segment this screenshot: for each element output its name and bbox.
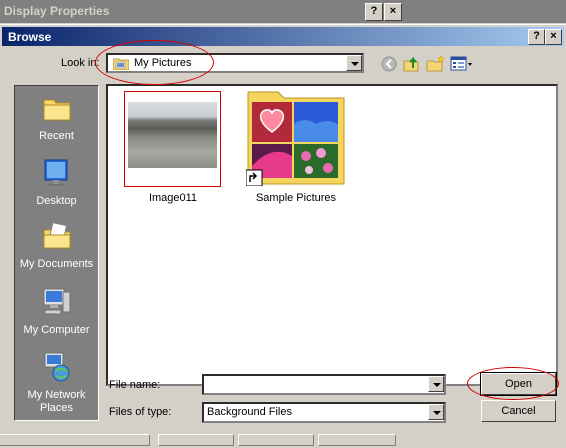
- display-properties-title: Display Properties: [4, 4, 110, 18]
- my-documents-icon: [43, 222, 70, 249]
- display-properties-titlebar: Display Properties ? ×: [0, 0, 566, 23]
- place-label: My Network Places: [27, 389, 86, 414]
- look-in-dropdown[interactable]: My Pictures: [106, 53, 364, 73]
- hidden-button: [318, 434, 396, 446]
- file-name-field[interactable]: [202, 374, 446, 395]
- view-menu-icon[interactable]: [450, 55, 474, 73]
- file-name-label: File name:: [109, 379, 161, 391]
- hidden-button: [0, 434, 150, 446]
- recent-folder-icon: [43, 99, 70, 121]
- place-label: My Computer: [23, 324, 90, 336]
- files-of-type-dropdown[interactable]: Background Files: [202, 402, 446, 423]
- file-list[interactable]: Image011 Sample Pictures: [106, 84, 558, 386]
- image-thumbnail: [124, 91, 221, 187]
- open-button[interactable]: Open: [480, 372, 557, 396]
- places-bar: Recent Desktop My Documents My Computer …: [14, 85, 99, 421]
- browse-titlebar: Browse ? ×: [2, 27, 564, 46]
- hidden-button: [238, 434, 314, 446]
- cancel-button[interactable]: Cancel: [481, 400, 556, 422]
- network-places-icon: [44, 352, 69, 382]
- look-in-label: Look in:: [61, 57, 100, 69]
- place-label: Recent: [39, 130, 74, 142]
- place-label: My Documents: [19, 258, 94, 270]
- sample-pictures-folder-icon: [246, 91, 345, 186]
- help-button[interactable]: ?: [365, 3, 383, 21]
- browse-dialog: Browse ? × Look in: My Pictures Recent D…: [0, 24, 566, 431]
- close-button[interactable]: ×: [545, 29, 562, 45]
- file-name: Image011: [148, 192, 198, 204]
- place-my-computer[interactable]: My Computer: [15, 286, 98, 337]
- file-name: Sample Pictures: [255, 192, 337, 204]
- help-button[interactable]: ?: [528, 29, 545, 45]
- place-my-network-places[interactable]: My Network Places: [15, 351, 98, 415]
- photo-preview: [128, 102, 217, 168]
- desktop-icon: [44, 159, 67, 186]
- chevron-down-icon[interactable]: [346, 55, 362, 71]
- display-properties-bottom-buttons: [0, 432, 400, 448]
- close-button[interactable]: ×: [384, 3, 402, 21]
- new-folder-icon[interactable]: [426, 55, 446, 73]
- place-label: Desktop: [36, 195, 77, 207]
- place-desktop[interactable]: Desktop: [15, 157, 98, 208]
- look-in-value: My Pictures: [134, 57, 192, 69]
- back-icon[interactable]: [380, 55, 400, 73]
- place-recent[interactable]: Recent: [15, 92, 98, 143]
- files-of-type-label: Files of type:: [109, 406, 172, 418]
- chevron-down-icon[interactable]: [428, 376, 444, 392]
- up-one-level-icon[interactable]: [402, 55, 422, 73]
- my-pictures-folder-icon: [113, 58, 129, 70]
- hidden-button: [158, 434, 234, 446]
- chevron-down-icon[interactable]: [428, 404, 444, 420]
- files-of-type-value: Background Files: [207, 406, 292, 418]
- my-computer-icon: [43, 288, 70, 315]
- place-my-documents[interactable]: My Documents: [15, 220, 98, 271]
- browse-title: Browse: [8, 30, 52, 44]
